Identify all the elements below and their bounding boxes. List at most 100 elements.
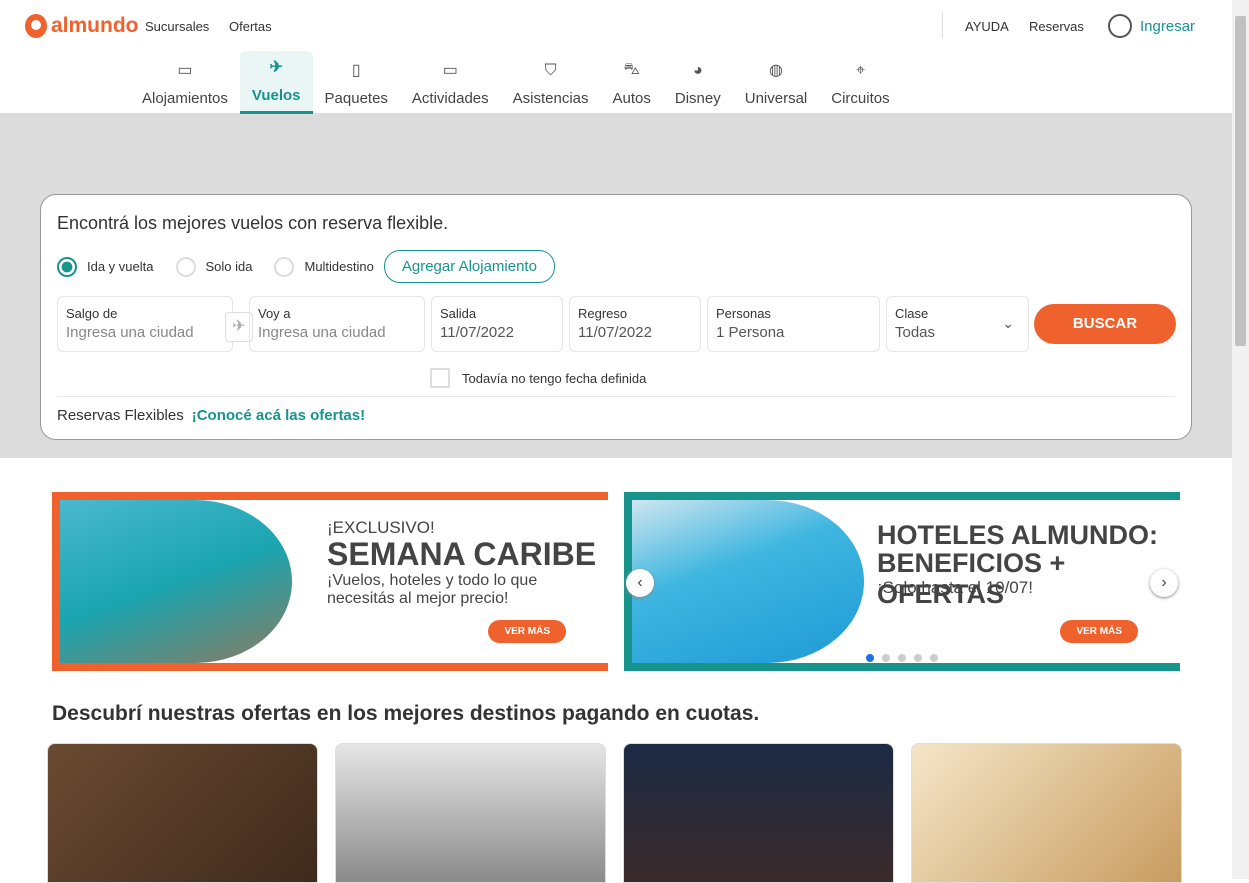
carousel-next-button[interactable]: › xyxy=(1150,569,1178,597)
map-pins-icon: ⌖ xyxy=(855,62,865,79)
pool-photo xyxy=(632,500,864,663)
radio-multidestino[interactable]: Multidestino xyxy=(274,256,374,277)
tab-disney[interactable]: ◕ Disney xyxy=(663,51,733,114)
field-value: 11/07/2022 xyxy=(440,324,514,341)
radio-circle xyxy=(57,256,77,277)
tab-label: Circuitos xyxy=(831,90,890,107)
banner-semana-caribe[interactable]: ¡EXCLUSIVO! SEMANA CARIBE ¡Vuelos, hotel… xyxy=(52,492,608,671)
banner-title: SEMANA CARIBE xyxy=(327,536,597,572)
banner-title: HOTELES ALMUNDO: xyxy=(877,520,1158,550)
destination-field[interactable]: Voy a Ingresa una ciudad xyxy=(249,296,425,352)
carousel-dot[interactable] xyxy=(898,654,906,662)
radio-circle xyxy=(175,256,196,277)
carousel-prev-button[interactable]: ‹ xyxy=(626,569,654,597)
destination-card[interactable] xyxy=(47,743,318,883)
destination-card[interactable] xyxy=(911,743,1182,883)
checkbox-label: Todavía no tengo fecha definida xyxy=(462,370,647,386)
banner-text: ¡Vuelos, hoteles y todo lo que necesitás… xyxy=(327,572,538,607)
brand-name: almundo xyxy=(51,14,139,37)
flight-search-card: Encontrá los mejores vuelos con reserva … xyxy=(40,194,1192,440)
banner-kicker: ¡EXCLUSIVO! xyxy=(327,518,435,537)
header: almundo Sucursales Ofertas AYUDA Reserva… xyxy=(0,0,1232,114)
destination-input[interactable]: Ingresa una ciudad xyxy=(258,324,416,341)
destination-card[interactable] xyxy=(623,743,894,883)
field-label: Regreso xyxy=(578,306,628,321)
plane-icon: ✈ xyxy=(269,59,283,76)
tab-label: Vuelos xyxy=(251,87,301,104)
tab-label: Autos xyxy=(612,90,651,107)
add-hotel-button[interactable]: Agregar Alojamiento xyxy=(383,250,555,283)
link-reservas[interactable]: Reservas xyxy=(1029,19,1084,34)
tab-paquetes[interactable]: ▯ Paquetes xyxy=(313,51,400,114)
origin-field[interactable]: Salgo de Ingresa una ciudad xyxy=(57,296,233,352)
almundo-logo[interactable]: almundo xyxy=(25,14,139,38)
field-label: Salgo de xyxy=(66,306,118,321)
beach-photo xyxy=(60,500,292,663)
banner-hoteles[interactable]: HOTELES ALMUNDO: BENEFICIOS + OFERTAS ¡S… xyxy=(624,492,1180,671)
radio-label: Solo ida xyxy=(205,259,253,274)
chevron-down-icon: ⌄ xyxy=(1002,315,1014,331)
logo-pin-icon xyxy=(25,14,47,38)
carousel-dots xyxy=(866,654,938,662)
tab-label: Disney xyxy=(674,90,721,107)
field-label: Salida xyxy=(440,306,477,321)
tab-label: Alojamientos xyxy=(142,90,228,107)
search-button[interactable]: BUSCAR xyxy=(1034,304,1176,344)
user-icon xyxy=(1108,14,1132,38)
tab-asistencias[interactable]: ⛉ Asistencias xyxy=(501,51,601,114)
checkbox-box xyxy=(430,368,450,388)
flex-label: Reservas Flexibles xyxy=(57,407,184,424)
tab-circuitos[interactable]: ⌖ Circuitos xyxy=(819,51,901,114)
luggage-icon: ▯ xyxy=(351,62,361,79)
link-ofertas[interactable]: Ofertas xyxy=(229,19,272,34)
radio-ida-y-vuelta[interactable]: Ida y vuelta xyxy=(57,256,154,277)
departure-date-field[interactable]: Salida 11/07/2022 xyxy=(431,296,563,352)
radio-label: Ida y vuelta xyxy=(87,259,154,274)
tab-label: Paquetes xyxy=(324,90,388,107)
field-value: 1 Persona xyxy=(716,324,785,341)
field-label: Voy a xyxy=(258,306,291,321)
divider xyxy=(57,396,1175,397)
scrollbar[interactable] xyxy=(1232,0,1249,879)
tab-actividades[interactable]: ▭ Actividades xyxy=(400,51,501,114)
field-value: 11/07/2022 xyxy=(578,324,652,341)
class-select[interactable]: Clase Todas ⌄ xyxy=(886,296,1029,352)
return-date-field[interactable]: Regreso 11/07/2022 xyxy=(569,296,701,352)
tab-vuelos[interactable]: ✈ Vuelos xyxy=(239,51,313,114)
carousel-dot[interactable] xyxy=(930,654,938,662)
scrollbar-thumb[interactable] xyxy=(1235,16,1246,346)
radio-circle xyxy=(274,256,295,277)
banner-text: ¡Solo hasta el 10/07! xyxy=(877,578,1033,597)
link-sucursales[interactable]: Sucursales xyxy=(145,19,209,34)
login-button[interactable]: Ingresar xyxy=(1108,14,1195,38)
ver-mas-button[interactable]: VER MÁS xyxy=(1060,620,1138,643)
tab-autos[interactable]: ⛍ Autos xyxy=(601,51,663,114)
tab-universal[interactable]: ◍ Universal xyxy=(733,51,820,114)
carousel-dot[interactable] xyxy=(866,654,874,662)
field-label: Personas xyxy=(716,306,771,321)
mickey-icon: ◕ xyxy=(692,62,703,79)
tab-label: Asistencias xyxy=(512,90,589,107)
tab-alojamientos[interactable]: ▭ Alojamientos xyxy=(130,51,240,114)
divider xyxy=(942,12,943,38)
login-label: Ingresar xyxy=(1140,17,1196,35)
flex-offers-link[interactable]: ¡Conocé acá las ofertas! xyxy=(192,407,365,424)
ver-mas-button[interactable]: VER MÁS xyxy=(488,620,566,643)
origin-input[interactable]: Ingresa una ciudad xyxy=(66,324,224,341)
radio-solo-ida[interactable]: Solo ida xyxy=(175,256,253,277)
tab-label: Universal xyxy=(744,90,808,107)
no-date-checkbox[interactable]: Todavía no tengo fecha definida xyxy=(430,368,646,388)
tab-label: Actividades xyxy=(411,90,489,107)
destination-card[interactable] xyxy=(335,743,606,883)
field-label: Clase xyxy=(895,306,929,321)
link-ayuda[interactable]: AYUDA xyxy=(965,19,1009,34)
shield-icon: ⛉ xyxy=(544,62,557,79)
carousel-dot[interactable] xyxy=(882,654,890,662)
people-field[interactable]: Personas 1 Persona xyxy=(707,296,880,352)
carousel-dot[interactable] xyxy=(914,654,922,662)
product-nav: ▭ Alojamientos ✈ Vuelos ▯ Paquetes ▭ Activid… xyxy=(130,51,902,114)
ticket-icon: ▭ xyxy=(442,62,458,79)
search-title: Encontrá los mejores vuelos con reserva … xyxy=(57,213,449,233)
universal-globe-icon: ◍ xyxy=(769,62,783,79)
radio-label: Multidestino xyxy=(304,259,374,274)
